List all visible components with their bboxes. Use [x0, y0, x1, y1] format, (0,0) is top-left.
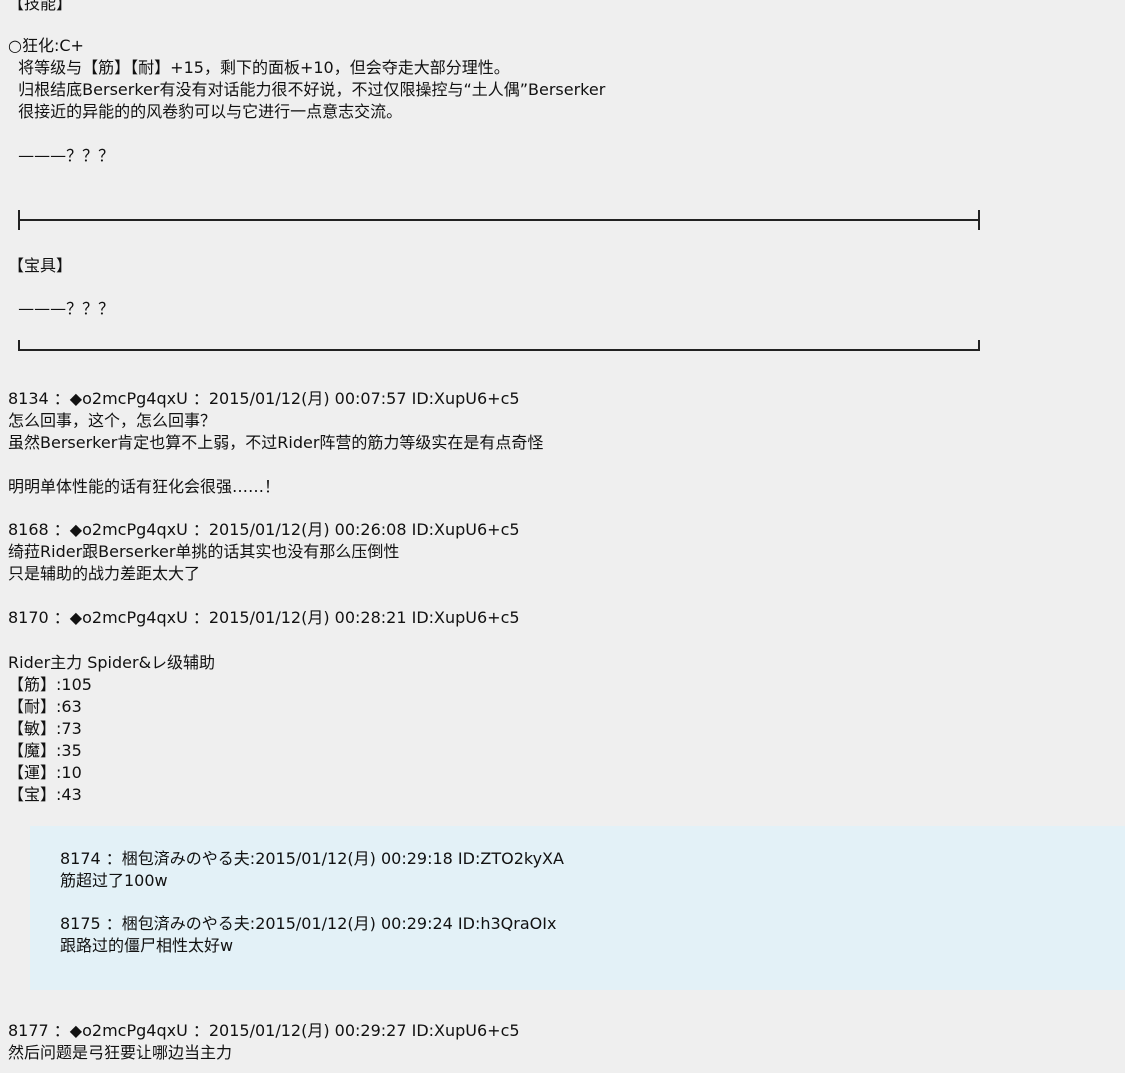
post-header: 8134 ：◆o2mcPg4qxU ：2015/01/12(月) 00:07:5… — [8, 389, 520, 408]
post-header: 8170 ：◆o2mcPg4qxU ：2015/01/12(月) 00:28:2… — [8, 608, 520, 627]
stat-line: 【魔】:35 — [8, 741, 82, 760]
skills-header: 【技能】 — [8, 0, 73, 13]
post-text: 绮菈Rider跟Berserker单挑的话其实也没有那么压倒性 — [8, 542, 400, 561]
quote-text: 筋超过了100w — [60, 871, 168, 890]
post-text: 怎么回事，这个，怎么回事？ — [8, 411, 217, 430]
stat-line: 【筋】:105 — [8, 675, 92, 694]
stat-line: 【運】:10 — [8, 763, 82, 782]
post-text: 只是辅助的战力差距太大了 — [8, 564, 201, 583]
skill-desc-1: 将等级与【筋】【耐】+15，剩下的面板+10，但会夺走大部分理性。 — [8, 58, 510, 77]
post-text: 然后问题是弓狂要让哪边当主力 — [8, 1043, 233, 1062]
post-text: Rider主力 Spider&レ级辅助 — [8, 653, 216, 672]
skill-desc-2: 归根结底Berserker有没有对话能力很不好说，不过仅限操控与“土人偶”Ber… — [8, 80, 606, 99]
noble-phantasm-header: 【宝具】 — [8, 256, 73, 275]
post-header: 8177 ：◆o2mcPg4qxU ：2015/01/12(月) 00:29:2… — [8, 1021, 520, 1040]
quote-header: 8174 ：梱包済みのやる夫:2015/01/12(月) 00:29:18 ID… — [60, 849, 564, 868]
stat-line: 【敏】:73 — [8, 719, 82, 738]
noble-phantasm-unknown: ———？？？ — [8, 299, 115, 318]
skill-unknown: ———？？？ — [8, 146, 115, 165]
stat-line: 【宝】:43 — [8, 785, 82, 804]
quote-text: 跟路过的僵尸相性太好w — [60, 936, 234, 955]
stat-line: 【耐】:63 — [8, 697, 82, 716]
quote-header: 8175 ：梱包済みのやる夫:2015/01/12(月) 00:29:24 ID… — [60, 914, 557, 933]
post-text: 明明单体性能的话有狂化会很强……！ — [8, 477, 281, 496]
post-header: 8168 ：◆o2mcPg4qxU ：2015/01/12(月) 00:26:0… — [8, 520, 520, 539]
skill-desc-3: 很接近的异能的的风卷豹可以与它进行一点意志交流。 — [8, 102, 403, 121]
madness-skill: ○狂化:C+ — [8, 36, 84, 55]
post-text: 虽然Berserker肯定也算不上弱，不过Rider阵营的筋力等级实在是有点奇怪 — [8, 433, 544, 452]
